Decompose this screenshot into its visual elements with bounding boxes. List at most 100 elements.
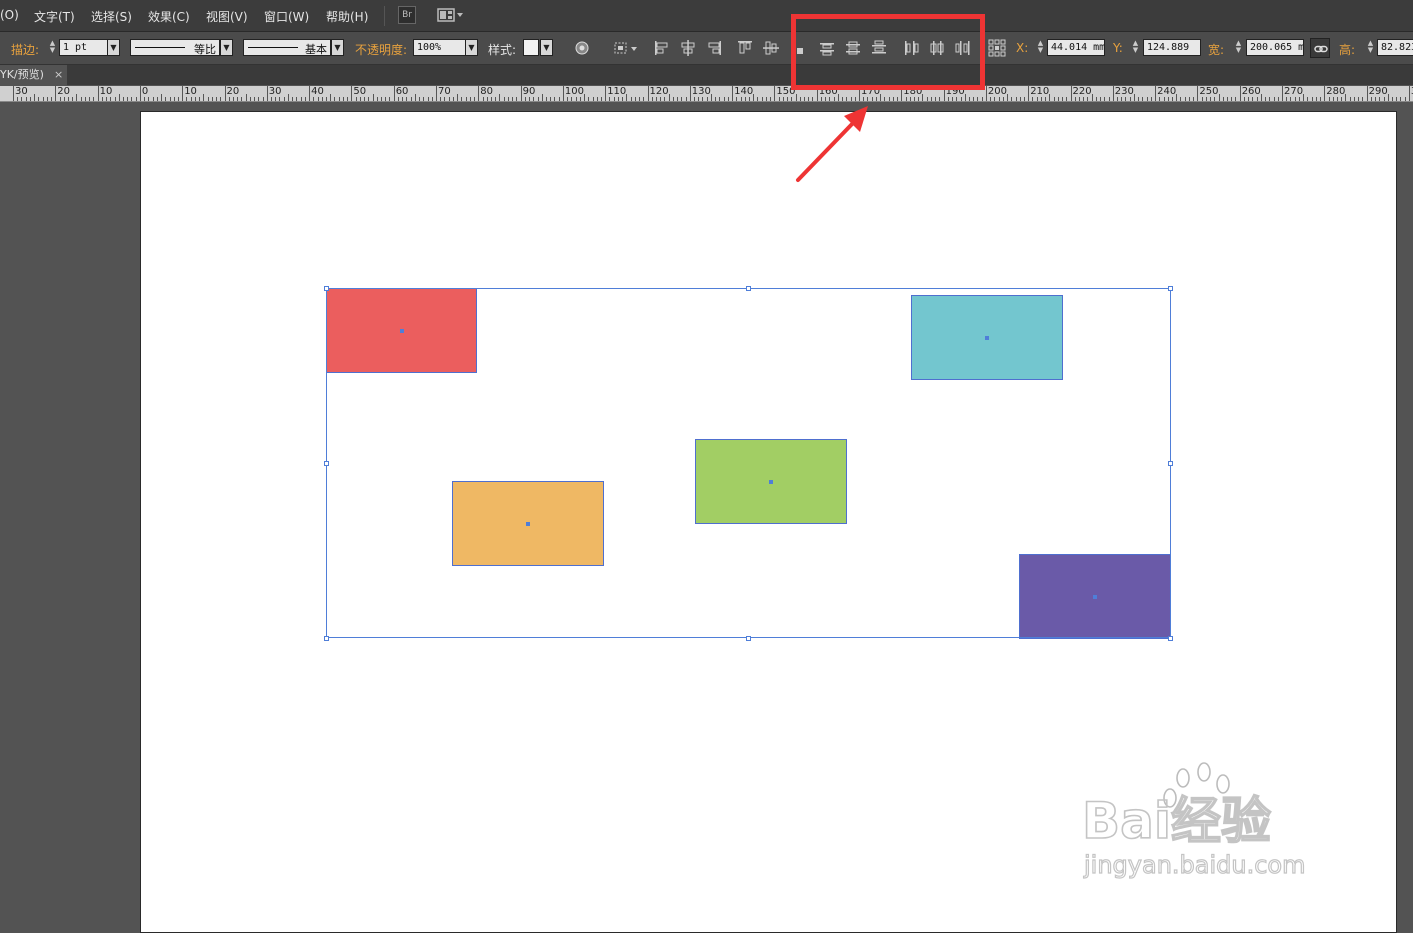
ruler-minor-tick [385, 97, 387, 101]
stroke-weight-stepper-icon[interactable]: ▲ ▼ [48, 40, 57, 56]
align-horizontal-center-icon[interactable] [678, 38, 698, 58]
ruler-minor-tick [655, 97, 657, 101]
ruler-minor-tick [740, 97, 742, 101]
menu-object[interactable]: (O) [0, 8, 19, 22]
ruler-minor-tick [600, 97, 602, 101]
ruler-label: 270 [1284, 86, 1304, 97]
menu-separator [384, 6, 385, 26]
bridge-icon[interactable]: Br [398, 6, 416, 24]
bbox-handle-bottom-left[interactable] [324, 636, 329, 641]
opacity-field[interactable]: 100% [413, 39, 466, 56]
x-label[interactable]: X: [1016, 41, 1028, 55]
ruler-minor-tick [639, 97, 641, 101]
document-tab[interactable]: YK/预览) × [0, 65, 68, 85]
ruler-minor-tick [207, 97, 209, 101]
ruler-minor-tick [34, 94, 36, 101]
ruler-minor-tick [694, 97, 696, 101]
menu-help[interactable]: 帮助(H) [326, 8, 368, 25]
ruler-major-tick [351, 86, 353, 101]
ruler-minor-tick [1294, 97, 1296, 101]
ruler-major-tick [1197, 86, 1199, 101]
ruler-minor-tick [918, 97, 920, 101]
align-to-selection-icon[interactable] [612, 38, 640, 58]
selection-bounding-box[interactable] [326, 288, 1171, 638]
menu-effect[interactable]: 效果(C) [148, 8, 190, 25]
constrain-proportions-link-icon[interactable] [1310, 38, 1330, 58]
variable-width-profile-select[interactable]: 等比 [130, 39, 220, 56]
opacity-label[interactable]: 不透明度: [355, 41, 407, 58]
ruler-minor-tick [1087, 97, 1089, 101]
ruler-minor-tick [67, 97, 69, 101]
stroke-weight-dropdown-icon[interactable]: ▼ [107, 39, 120, 56]
bbox-handle-top-right[interactable] [1168, 286, 1173, 291]
ruler-minor-tick [1163, 97, 1165, 101]
menu-view[interactable]: 视图(V) [206, 8, 248, 25]
width-stepper-icon[interactable]: ▲ ▼ [1234, 40, 1243, 56]
ruler-minor-tick [579, 97, 581, 101]
graphic-style-swatch[interactable] [523, 39, 539, 56]
menu-select[interactable]: 选择(S) [91, 8, 132, 25]
ruler-minor-tick [232, 97, 234, 101]
stroke-label[interactable]: 描边: [11, 41, 39, 58]
ruler-minor-tick [457, 94, 459, 101]
width-label[interactable]: 宽: [1208, 41, 1224, 58]
ruler-minor-tick [930, 97, 932, 101]
ruler-minor-tick [1095, 97, 1097, 101]
bbox-handle-bottom-right[interactable] [1168, 636, 1173, 641]
ruler-major-tick [478, 86, 480, 101]
ruler-minor-tick [1159, 97, 1161, 101]
y-field[interactable]: 124.889 [1143, 39, 1201, 56]
ruler-minor-tick [1383, 97, 1385, 101]
ruler-minor-tick [342, 97, 344, 101]
ruler-minor-tick [1391, 97, 1393, 101]
ruler-minor-tick [1336, 97, 1338, 101]
ruler-minor-tick [575, 97, 577, 101]
ruler-major-tick [55, 86, 57, 101]
height-stepper-icon[interactable]: ▲ ▼ [1366, 40, 1375, 56]
ruler-minor-tick [76, 94, 78, 101]
recolor-artwork-icon[interactable] [572, 38, 592, 58]
ruler-minor-tick [355, 97, 357, 101]
x-field[interactable]: 44.014 mm [1047, 39, 1105, 56]
workspace-arrange-icon[interactable] [436, 6, 466, 24]
align-right-icon[interactable] [704, 38, 724, 58]
ruler-minor-tick [630, 97, 632, 101]
bbox-handle-middle-right[interactable] [1168, 461, 1173, 466]
bbox-handle-bottom-center[interactable] [746, 636, 751, 641]
bbox-handle-middle-left[interactable] [324, 461, 329, 466]
ruler-label: 220 [1072, 86, 1092, 97]
reference-point-icon[interactable] [987, 38, 1007, 58]
height-field[interactable]: 82.823 [1377, 39, 1413, 56]
ruler-minor-tick [1032, 97, 1034, 101]
height-label[interactable]: 高: [1339, 41, 1355, 58]
stroke-weight-field[interactable]: 1 pt [59, 39, 108, 56]
x-stepper-icon[interactable]: ▲ ▼ [1036, 40, 1045, 56]
brush-dropdown-icon[interactable]: ▼ [331, 39, 344, 56]
menu-window[interactable]: 窗口(W) [264, 8, 309, 25]
align-left-icon[interactable] [652, 38, 672, 58]
ruler-minor-tick [1307, 97, 1309, 101]
horizontal-ruler[interactable]: 30 20 10 0 10 20 30 40 50 60 70 80 90 100 110 120 130 140… [0, 86, 1413, 102]
profile-dropdown-icon[interactable]: ▼ [220, 39, 233, 56]
ruler-minor-tick [283, 97, 285, 101]
style-dropdown-icon[interactable]: ▼ [540, 39, 553, 56]
ruler-minor-tick [507, 97, 509, 101]
ruler-minor-tick [165, 97, 167, 101]
align-vertical-center-icon[interactable] [761, 38, 781, 58]
bbox-handle-top-left[interactable] [324, 286, 329, 291]
width-field[interactable]: 200.065 mm [1246, 39, 1304, 56]
ruler-major-tick [689, 86, 691, 101]
menu-type[interactable]: 文字(T) [34, 8, 75, 25]
ruler-minor-tick [1320, 97, 1322, 101]
close-tab-icon[interactable]: × [54, 68, 63, 81]
y-label[interactable]: Y: [1113, 41, 1123, 55]
bbox-handle-top-center[interactable] [746, 286, 751, 291]
ruler-minor-tick [1362, 97, 1364, 101]
ruler-minor-tick [406, 97, 408, 101]
brush-definition-select[interactable]: 基本 [243, 39, 331, 56]
opacity-dropdown-icon[interactable]: ▼ [465, 39, 478, 56]
ruler-minor-tick [537, 97, 539, 101]
align-top-icon[interactable] [735, 38, 755, 58]
ruler-minor-tick [1078, 97, 1080, 101]
y-stepper-icon[interactable]: ▲ ▼ [1131, 40, 1140, 56]
